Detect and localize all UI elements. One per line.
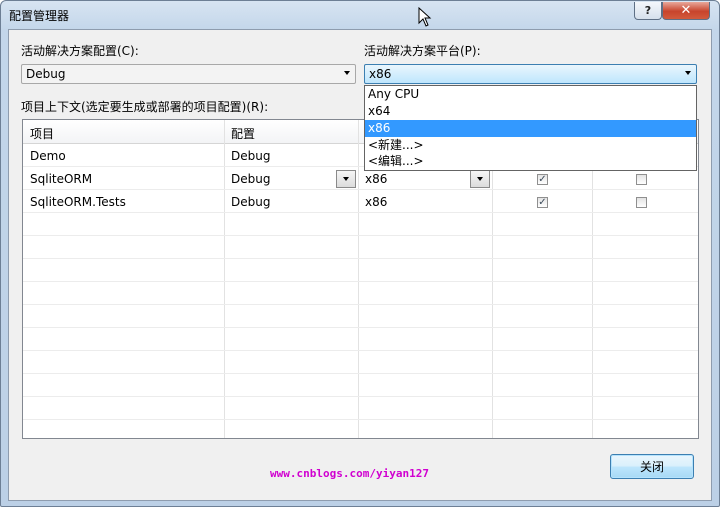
- platform-option-x86[interactable]: x86: [365, 120, 696, 137]
- column-header-project[interactable]: 项目: [30, 125, 54, 142]
- column-header-config[interactable]: 配置: [231, 125, 255, 142]
- row-1-config[interactable]: Debug: [231, 172, 270, 186]
- row-2-config[interactable]: Debug: [231, 195, 270, 209]
- window-title: 配置管理器: [9, 9, 70, 23]
- active-platform-value: x86: [369, 67, 392, 81]
- platform-option-any-cpu[interactable]: Any CPU: [365, 86, 696, 103]
- chevron-down-icon: [344, 71, 350, 75]
- project-contexts-label: 项目上下文(选定要生成或部署的项目配置)(R):: [21, 100, 269, 114]
- row-2-project: SqliteORM.Tests: [30, 195, 126, 209]
- row-1-platform[interactable]: x86: [365, 172, 387, 186]
- active-platform-combo[interactable]: x86: [364, 64, 697, 84]
- platform-dropdown-list: Any CPU x64 x86 <新建...> <编辑...>: [364, 85, 697, 171]
- help-button[interactable]: ?: [634, 2, 662, 20]
- active-config-combo[interactable]: Debug: [21, 64, 356, 84]
- dialog-body: 活动解决方案配置(C): Debug 活动解决方案平台(P): x86 项目上下…: [8, 29, 712, 501]
- mouse-cursor-icon: [418, 7, 432, 27]
- platform-option-new[interactable]: <新建...>: [365, 137, 696, 154]
- row-1-platform-dropdown-button[interactable]: [470, 170, 490, 188]
- title-bar: 配置管理器 ? ✕: [1, 1, 719, 29]
- chevron-down-icon: [685, 71, 691, 75]
- platform-option-x64[interactable]: x64: [365, 103, 696, 120]
- chevron-down-icon: [477, 177, 483, 181]
- chevron-down-icon: [343, 177, 349, 181]
- row-0-project: Demo: [30, 149, 66, 163]
- watermark-text: www.cnblogs.com/yiyan127: [270, 467, 429, 480]
- close-button[interactable]: 关闭: [610, 454, 694, 479]
- configuration-manager-window: 配置管理器 ? ✕ 活动解决方案配置(C): Debug 活动解决方案平台(P)…: [0, 0, 720, 507]
- active-config-label: 活动解决方案配置(C):: [21, 44, 139, 58]
- row-1-build-checkbox[interactable]: ✓: [537, 174, 548, 185]
- window-close-button[interactable]: ✕: [662, 2, 710, 20]
- active-platform-label: 活动解决方案平台(P):: [364, 44, 481, 58]
- row-2-build-checkbox[interactable]: ✓: [537, 197, 548, 208]
- row-2-platform[interactable]: x86: [365, 195, 387, 209]
- row-1-deploy-checkbox[interactable]: [636, 174, 647, 185]
- row-2-deploy-checkbox[interactable]: [636, 197, 647, 208]
- row-0-config[interactable]: Debug: [231, 149, 270, 163]
- row-1-config-dropdown-button[interactable]: [336, 170, 356, 188]
- row-1-project: SqliteORM: [30, 172, 93, 186]
- active-config-value: Debug: [26, 67, 66, 81]
- platform-option-edit[interactable]: <编辑...>: [365, 153, 696, 170]
